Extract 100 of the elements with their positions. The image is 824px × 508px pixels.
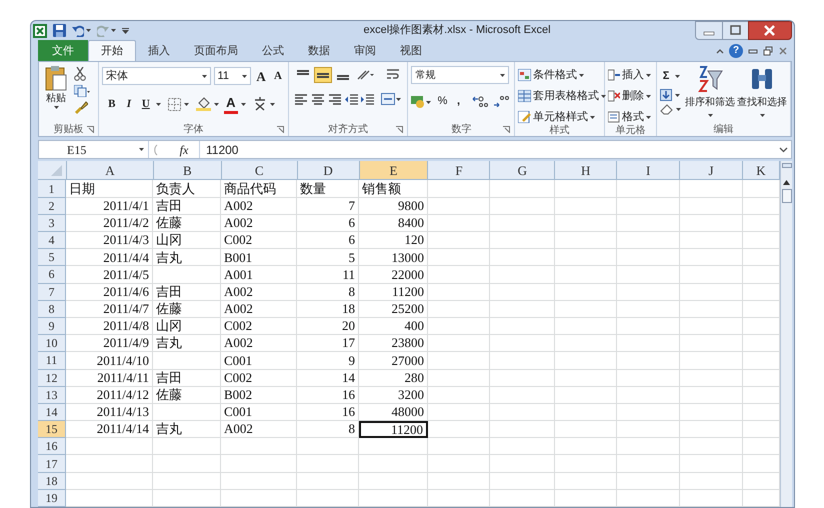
name-box[interactable]: E15: [39, 141, 149, 158]
empty-cell[interactable]: [428, 421, 490, 438]
table-cell[interactable]: 2011/4/4: [66, 249, 153, 266]
empty-cell[interactable]: [555, 472, 617, 490]
table-cell[interactable]: 日期: [66, 180, 153, 198]
delete-cells-icon[interactable]: [608, 90, 620, 102]
table-cell[interactable]: 2011/4/10: [66, 352, 153, 370]
empty-cell[interactable]: [359, 490, 428, 507]
row-header[interactable]: 5: [38, 249, 66, 266]
decrease-decimal-icon[interactable]: [493, 95, 510, 108]
empty-cell[interactable]: [555, 318, 617, 336]
table-cell[interactable]: 2011/4/5: [66, 266, 153, 284]
empty-cell[interactable]: [617, 284, 680, 301]
dialog-launcher-icon[interactable]: [276, 126, 284, 134]
empty-cell[interactable]: [555, 352, 617, 370]
empty-cell[interactable]: [680, 249, 743, 266]
dialog-launcher-icon[interactable]: [503, 126, 510, 134]
empty-cell[interactable]: [617, 404, 680, 422]
empty-cell[interactable]: [617, 266, 680, 284]
empty-cell[interactable]: [297, 472, 359, 490]
table-cell[interactable]: 120: [359, 232, 428, 250]
increase-indent-icon[interactable]: [360, 94, 374, 105]
grow-font-button[interactable]: A: [254, 66, 268, 86]
row-header[interactable]: 14: [38, 404, 66, 422]
empty-cell[interactable]: [555, 370, 617, 387]
dialog-launcher-icon[interactable]: [396, 126, 404, 134]
empty-cell[interactable]: [428, 318, 490, 336]
row-header[interactable]: 2: [38, 198, 66, 215]
fill-down-icon[interactable]: [660, 89, 672, 102]
table-cell[interactable]: 6: [297, 232, 359, 250]
table-cell[interactable]: 2011/4/11: [66, 370, 153, 387]
empty-cell[interactable]: [617, 455, 680, 473]
empty-cell[interactable]: [221, 455, 297, 473]
empty-cell[interactable]: [428, 232, 490, 250]
table-cell[interactable]: 20: [297, 318, 359, 336]
percent-button[interactable]: %: [436, 91, 448, 112]
empty-cell[interactable]: [153, 455, 221, 473]
column-header[interactable]: J: [680, 161, 744, 180]
increase-decimal-icon[interactable]: [472, 95, 488, 108]
table-cell[interactable]: A002: [221, 335, 297, 352]
empty-cell[interactable]: [490, 180, 555, 198]
empty-cell[interactable]: [617, 232, 680, 250]
empty-cell[interactable]: [490, 404, 555, 422]
clipboard-icon[interactable]: [45, 65, 67, 92]
autosum-button[interactable]: Σ: [660, 66, 672, 86]
empty-cell[interactable]: [555, 232, 617, 250]
shrink-font-button[interactable]: A: [271, 66, 285, 86]
scroll-up-icon[interactable]: [783, 180, 790, 186]
table-cell[interactable]: 13000: [359, 249, 428, 266]
empty-cell[interactable]: [153, 490, 221, 507]
maximize-icon[interactable]: [723, 21, 748, 40]
column-header[interactable]: C: [222, 161, 298, 180]
empty-cell[interactable]: [680, 318, 743, 336]
empty-cell[interactable]: [490, 318, 555, 336]
row-header[interactable]: 15: [38, 421, 66, 438]
column-header[interactable]: K: [743, 161, 780, 180]
empty-cell[interactable]: [428, 472, 490, 490]
table-cell[interactable]: 17: [297, 335, 359, 352]
empty-cell[interactable]: [555, 490, 617, 507]
empty-cell[interactable]: [490, 438, 555, 456]
style-menu-button[interactable]: 条件格式: [533, 65, 578, 86]
column-header[interactable]: A: [67, 161, 154, 180]
table-cell[interactable]: 280: [359, 370, 428, 387]
empty-cell[interactable]: [680, 214, 743, 232]
table-cell[interactable]: A002: [221, 421, 297, 438]
vertical-scrollbar[interactable]: [780, 161, 792, 507]
table-cell[interactable]: 佐藤: [153, 386, 221, 404]
table-cell[interactable]: 2011/4/6: [66, 284, 153, 301]
empty-cell[interactable]: [617, 370, 680, 387]
column-header[interactable]: G: [490, 161, 556, 180]
empty-cell[interactable]: [555, 455, 617, 473]
scroll-thumb-icon[interactable]: [782, 189, 792, 204]
table-cell[interactable]: 400: [359, 318, 428, 336]
table-cell[interactable]: 16: [297, 386, 359, 404]
formula-field[interactable]: 11200: [199, 141, 779, 158]
table-cell[interactable]: 山冈: [153, 232, 221, 250]
empty-cell[interactable]: [617, 421, 680, 438]
empty-cell[interactable]: [153, 404, 221, 422]
empty-cell[interactable]: [490, 370, 555, 387]
empty-cell[interactable]: [617, 249, 680, 266]
row-header[interactable]: 8: [38, 300, 66, 318]
table-cell[interactable]: 2011/4/14: [66, 421, 153, 438]
empty-cell[interactable]: [680, 300, 743, 318]
cells-menu-button[interactable]: 删除: [622, 86, 644, 106]
table-cell[interactable]: B001: [221, 249, 297, 266]
brush-icon[interactable]: [74, 101, 90, 116]
empty-cell[interactable]: [555, 438, 617, 456]
empty-cell[interactable]: [359, 472, 428, 490]
table-cell[interactable]: 11200: [359, 284, 428, 301]
empty-cell[interactable]: [680, 335, 743, 352]
table-cell[interactable]: 佐藤: [153, 214, 221, 232]
ribbon-tab[interactable]: 插入: [136, 40, 182, 62]
table-cell[interactable]: 11: [297, 266, 359, 284]
column-header[interactable]: F: [428, 161, 490, 180]
fill-bucket-icon[interactable]: [196, 97, 211, 112]
empty-cell[interactable]: [428, 266, 490, 284]
table-cell[interactable]: 负责人: [153, 180, 221, 198]
table-cell[interactable]: A002: [221, 300, 297, 318]
empty-cell[interactable]: [490, 490, 555, 507]
table-cell[interactable]: 吉田: [153, 370, 221, 387]
